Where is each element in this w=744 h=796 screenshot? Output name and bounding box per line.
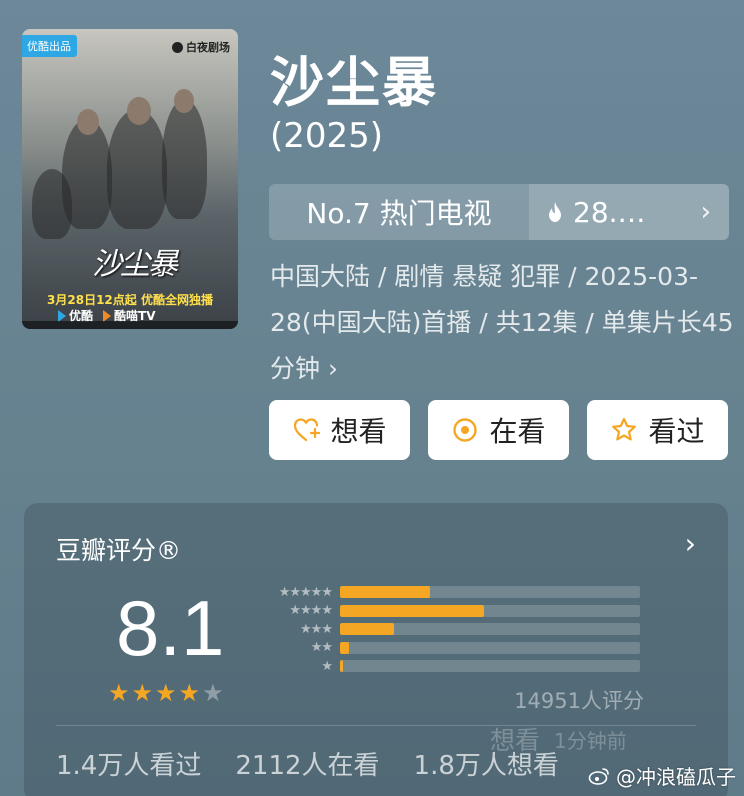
- kumiao-icon: [103, 309, 112, 322]
- want-to-watch-button[interactable]: 想看: [269, 400, 410, 460]
- chevron-right-icon[interactable]: ›: [685, 527, 696, 560]
- watched-button[interactable]: 看过: [587, 400, 728, 460]
- ghost-time: 1分钟前: [554, 728, 627, 753]
- theater-logo-icon: [172, 41, 183, 53]
- action-buttons: 想看 在看 看过: [269, 400, 729, 460]
- rank-label[interactable]: No.7 热门电视: [269, 184, 529, 240]
- distribution-fill: [340, 604, 484, 617]
- rating-card[interactable]: 豆瓣评分® › 8.1 ★ ★ ★ ★ ★ ★★★★★ ★★★★ ★★★ ★★ ★ 14951人…: [24, 503, 728, 796]
- watching-button[interactable]: 在看: [428, 400, 569, 460]
- stat-want[interactable]: 1.8万人想看: [414, 745, 559, 782]
- distribution-row: ★: [260, 657, 660, 676]
- star-filled-icon: ★: [155, 679, 177, 707]
- viewer-stats: 1.4万人看过 2112人在看 1.8万人想看: [56, 745, 559, 782]
- movie-meta-info[interactable]: 中国大陆 / 剧情 悬疑 犯罪 / 2025-03-28(中国大陆)首播 / 共…: [270, 254, 740, 392]
- poster-figures: [22, 89, 238, 239]
- rating-stars: ★ ★ ★ ★ ★: [108, 679, 224, 707]
- watching-button-label: 在看: [489, 415, 546, 448]
- want-button-label: 想看: [330, 415, 387, 448]
- distribution-fill: [340, 623, 394, 636]
- target-icon: [453, 418, 478, 442]
- star-filled-icon: ★: [178, 679, 201, 707]
- theater-badge-label: 白夜剧场: [186, 41, 230, 54]
- distribution-row: ★★★★: [260, 602, 660, 621]
- page-title: 沙尘暴: [270, 51, 438, 114]
- star-filled-icon: ★: [108, 679, 130, 707]
- distribution-stars-label: ★★★★: [289, 603, 333, 619]
- distribution-row: ★★★★★: [260, 583, 660, 602]
- star-filled-icon: ★: [131, 679, 154, 707]
- distribution-fill: [340, 660, 343, 673]
- producer-badge: 优酷出品: [22, 35, 77, 57]
- watched-button-label: 看过: [648, 415, 705, 448]
- rating-title: 豆瓣评分®: [56, 536, 182, 565]
- rating-count: 14951人评分: [514, 689, 644, 713]
- poster-image[interactable]: 优酷出品 白夜剧场 沙尘暴 3月28日12点起 优酷全网独播 优酷 酷喵TV: [22, 29, 238, 329]
- weibo-watermark: @冲浪磕瓜子: [588, 761, 736, 790]
- distribution-row: ★★★: [260, 620, 660, 639]
- distribution-track: [340, 660, 640, 673]
- distribution-fill: [340, 641, 349, 654]
- distribution-stars-label: ★★★: [300, 621, 333, 637]
- distribution-stars-label: ★: [321, 658, 333, 674]
- distribution-track: [340, 604, 640, 617]
- rank-bar[interactable]: No.7 热门电视 28.… ›: [269, 184, 729, 240]
- poster-credits-strip: [22, 321, 238, 329]
- distribution-fill: [340, 586, 430, 599]
- heat-section[interactable]: 28.… ›: [529, 184, 729, 240]
- star-outline-icon: [612, 417, 637, 441]
- heat-value: 28.…: [573, 195, 646, 229]
- release-year: (2025): [270, 116, 384, 156]
- star-empty-icon: ★: [202, 679, 224, 707]
- distribution-row: ★★: [260, 639, 660, 658]
- distribution-track: [340, 641, 640, 654]
- youku-icon: [58, 309, 66, 322]
- rating-score: 8.1: [116, 584, 225, 672]
- distribution-track: [340, 586, 640, 599]
- distribution-stars-label: ★★★★★: [278, 584, 333, 600]
- chevron-right-icon: ›: [700, 197, 711, 227]
- distribution-stars-label: ★★: [310, 640, 333, 656]
- heart-plus-icon: [294, 418, 321, 442]
- watermark-text: @冲浪磕瓜子: [616, 765, 736, 789]
- distribution-track: [340, 623, 640, 636]
- stat-watching[interactable]: 2112人在看: [235, 745, 379, 782]
- poster-date-line: 3月28日12点起 优酷全网独播: [47, 293, 213, 307]
- poster-logo: 沙尘暴: [92, 247, 178, 282]
- rating-distribution: ★★★★★ ★★★★ ★★★ ★★ ★: [260, 583, 660, 676]
- weibo-icon: [588, 767, 609, 785]
- stat-watched[interactable]: 1.4万人看过: [56, 745, 201, 782]
- flame-icon: [549, 202, 561, 222]
- theater-badge: 白夜剧场: [172, 39, 230, 55]
